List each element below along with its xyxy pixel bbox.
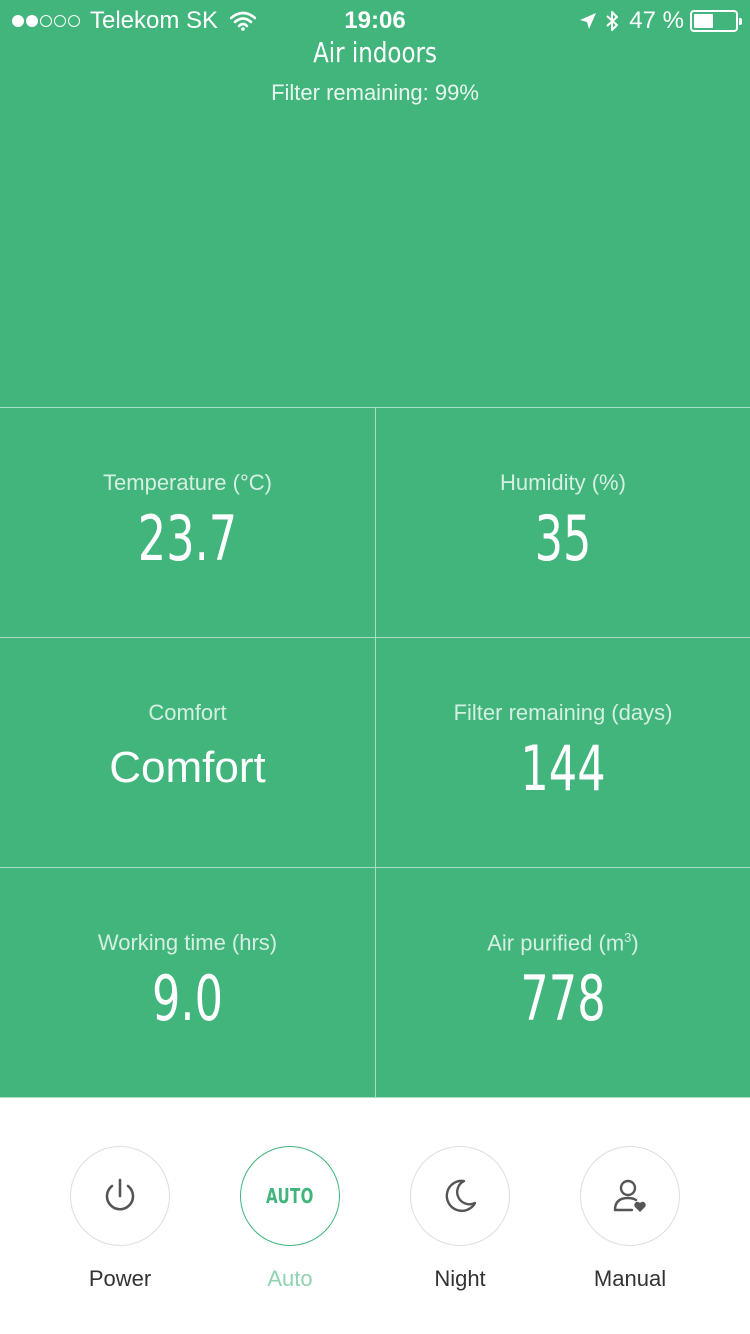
stat-air-purified: Air purified (m3) 778	[375, 868, 750, 1098]
battery-percent: 47 %	[629, 7, 684, 34]
night-button-circle[interactable]	[410, 1146, 510, 1246]
stat-label: Working time (hrs)	[97, 930, 278, 955]
auto-button[interactable]: AUTO Auto	[240, 1146, 340, 1291]
night-button[interactable]: Night	[410, 1146, 510, 1291]
power-button[interactable]: Power	[70, 1146, 170, 1291]
stat-filter-days: Filter remaining (days) 144	[375, 638, 750, 868]
stat-value: 23.7	[137, 502, 238, 575]
stat-label: Humidity (%)	[500, 470, 626, 495]
stat-value: Comfort	[109, 743, 266, 792]
mode-bar: Power AUTO Auto Night Manual	[0, 1098, 750, 1334]
stat-label: Comfort	[148, 700, 227, 725]
stat-working-time: Working time (hrs) 9.0	[0, 868, 375, 1098]
status-right: 47 %	[571, 7, 742, 35]
stat-label-suffix: )	[631, 930, 639, 956]
auto-icon: AUTO	[266, 1184, 314, 1208]
auto-label: Auto	[267, 1266, 313, 1291]
stat-temperature: Temperature (°C) 23.7	[0, 408, 375, 638]
power-button-circle[interactable]	[70, 1146, 170, 1246]
app-screen: Telekom SK 19:06 47 % Air indoors Filter…	[0, 0, 750, 1334]
stat-value: 9.0	[151, 962, 223, 1035]
stat-value: 778	[520, 962, 606, 1035]
stat-humidity: Humidity (%) 35	[375, 408, 750, 638]
night-label: Night	[434, 1266, 486, 1291]
stat-value: 144	[520, 732, 606, 805]
status-bar: Telekom SK 19:06 47 %	[0, 0, 750, 40]
location-arrow-icon	[580, 13, 597, 29]
stat-label-prefix: Air purified (m	[487, 930, 625, 956]
battery-icon	[690, 10, 742, 32]
power-label: Power	[88, 1266, 152, 1291]
moon-icon	[445, 1179, 477, 1213]
manual-button-circle[interactable]	[580, 1146, 680, 1246]
power-icon	[105, 1178, 135, 1211]
page-title: Air indoors	[313, 36, 437, 69]
stats-grid: Temperature (°C) 23.7 Humidity (%) 35 Co…	[0, 407, 750, 1098]
battery-level	[694, 14, 713, 28]
manual-button[interactable]: Manual	[580, 1146, 680, 1291]
stat-label: Filter remaining (days)	[453, 700, 673, 725]
bluetooth-icon	[606, 11, 619, 31]
stat-label: Air purified (m3)	[376, 930, 750, 956]
stat-value: 35	[534, 502, 592, 575]
stat-label: Temperature (°C)	[103, 470, 272, 495]
manual-label: Manual	[593, 1266, 667, 1291]
user-heart-icon	[613, 1179, 646, 1212]
filter-summary: Filter remaining: 99%	[271, 80, 479, 105]
auto-button-circle[interactable]: AUTO	[240, 1146, 340, 1246]
stat-comfort: Comfort Comfort	[0, 638, 375, 868]
main-panel: Telekom SK 19:06 47 % Air indoors Filter…	[0, 0, 750, 1098]
